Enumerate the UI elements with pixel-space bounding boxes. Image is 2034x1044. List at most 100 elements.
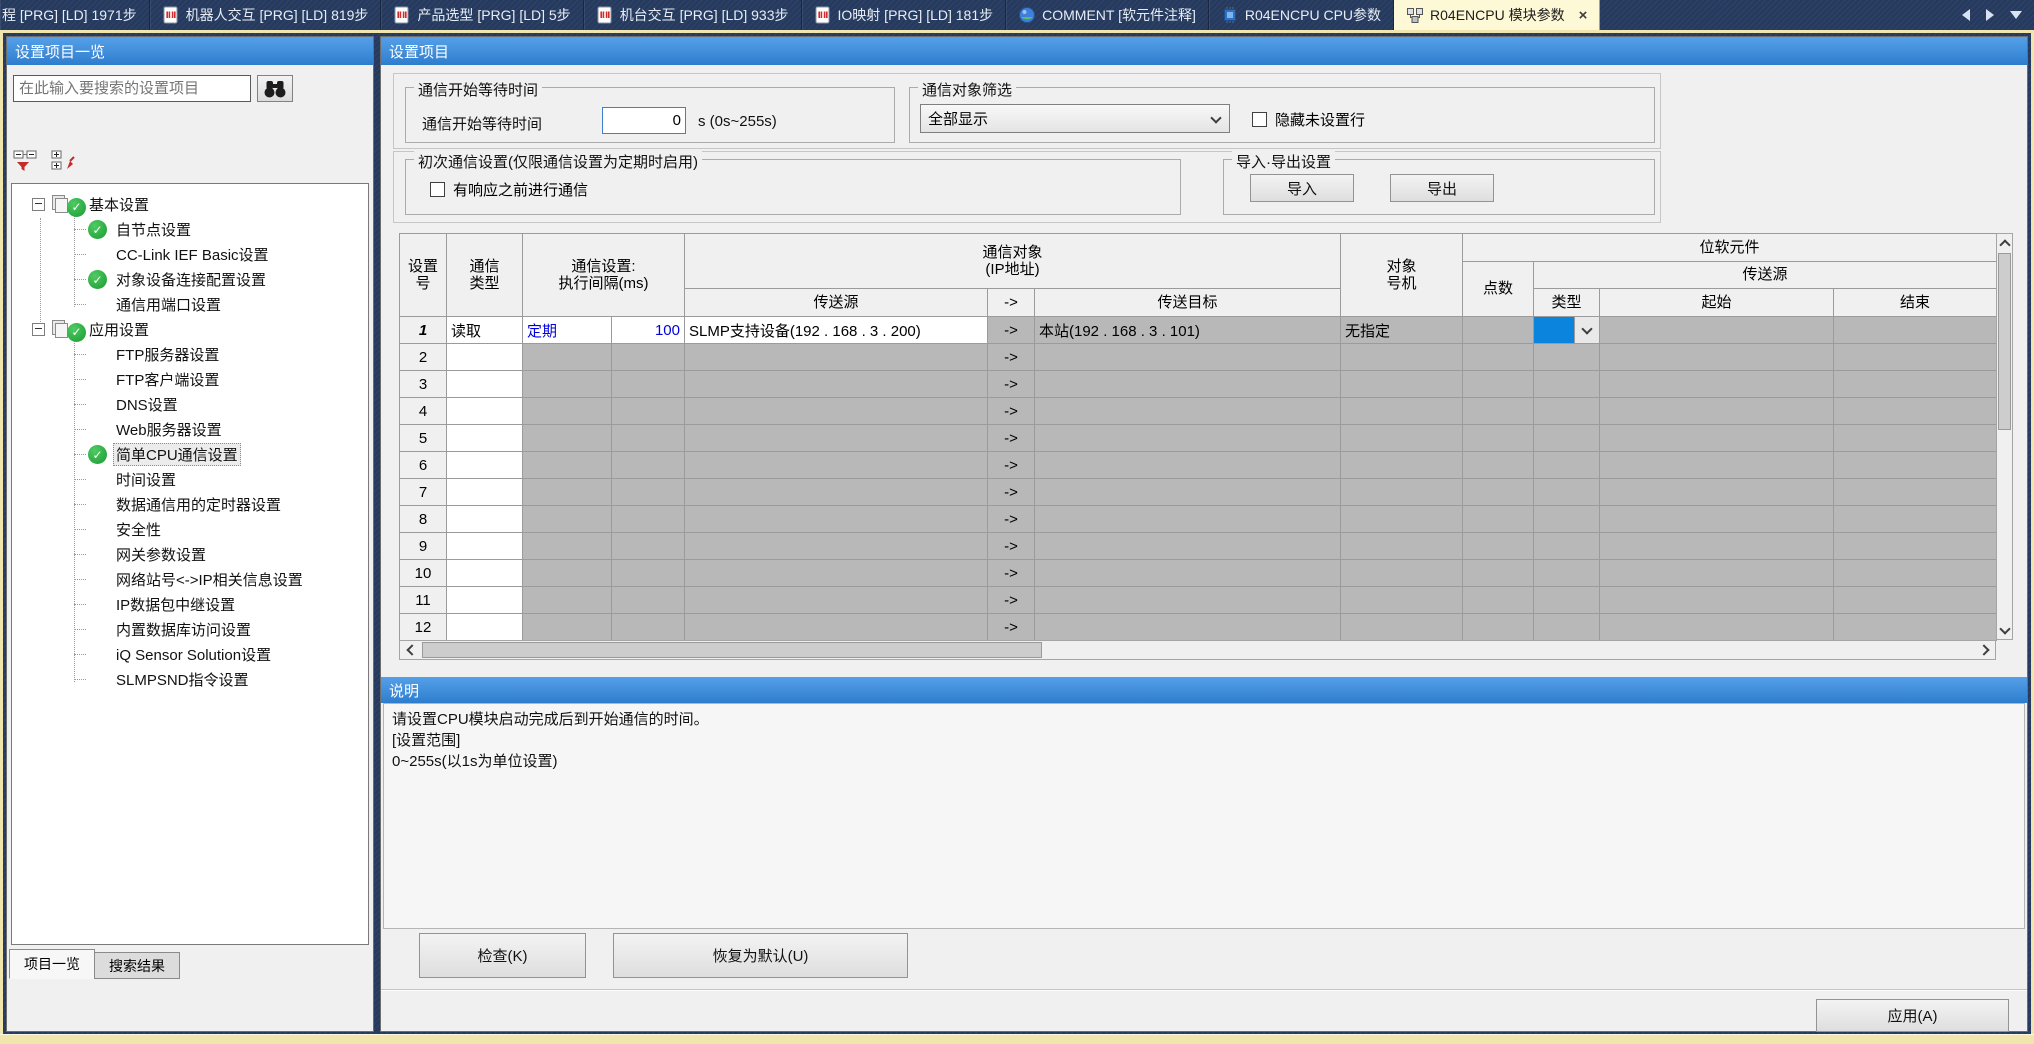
cell-end[interactable] xyxy=(1834,506,1997,533)
cell-start[interactable] xyxy=(1600,317,1834,344)
export-button[interactable]: 导出 xyxy=(1390,174,1494,202)
cell-comm-setting[interactable]: 定期 xyxy=(523,317,612,344)
cell-target[interactable] xyxy=(1035,452,1341,479)
tree-item-9[interactable]: DNS设置 xyxy=(12,392,368,417)
tree-item-4[interactable]: ✓对象设备连接配置设置 xyxy=(12,267,368,292)
cell-points[interactable] xyxy=(1463,344,1534,371)
cell-source[interactable] xyxy=(685,371,988,398)
cell-points[interactable] xyxy=(1463,587,1534,614)
close-tab-icon[interactable]: × xyxy=(1579,8,1588,23)
cell-comm-type[interactable] xyxy=(447,398,523,425)
cell-source[interactable] xyxy=(685,344,988,371)
expand-all-icon[interactable] xyxy=(50,149,78,173)
tree-item-16[interactable]: 网络站号<->IP相关信息设置 xyxy=(12,567,368,592)
cell-start[interactable] xyxy=(1600,614,1834,641)
table-horizontal-scrollbar[interactable] xyxy=(399,640,1996,660)
cell-points[interactable] xyxy=(1463,371,1534,398)
document-tab-7[interactable]: R04ENCPU CPU参数 xyxy=(1209,0,1394,30)
cell-points[interactable] xyxy=(1463,506,1534,533)
table-vertical-scrollbar[interactable] xyxy=(1996,233,2013,640)
cell-points[interactable] xyxy=(1463,398,1534,425)
cell-end[interactable] xyxy=(1834,452,1997,479)
cell-target-unit[interactable] xyxy=(1341,425,1463,452)
cell-source[interactable] xyxy=(685,425,988,452)
document-tab-3[interactable]: 产品选型 [PRG] [LD] 5步 xyxy=(381,0,583,30)
cell-end[interactable] xyxy=(1834,317,1997,344)
restore-default-button[interactable]: 恢复为默认(U) xyxy=(613,933,908,978)
tree-item-17[interactable]: IP数据包中继设置 xyxy=(12,592,368,617)
cell-interval[interactable] xyxy=(612,371,685,398)
cell-bit-type[interactable] xyxy=(1534,533,1600,560)
cell-start[interactable] xyxy=(1600,560,1834,587)
cell-target[interactable] xyxy=(1035,614,1341,641)
tree-collapse-icon[interactable] xyxy=(32,198,45,211)
cell-start[interactable] xyxy=(1600,371,1834,398)
wait-time-input[interactable] xyxy=(602,107,686,134)
cell-target-unit[interactable] xyxy=(1341,587,1463,614)
apply-button[interactable]: 应用(A) xyxy=(1816,999,2009,1032)
cell-interval[interactable] xyxy=(612,614,685,641)
cell-start[interactable] xyxy=(1600,425,1834,452)
cell-interval[interactable] xyxy=(612,425,685,452)
cell-target-unit[interactable] xyxy=(1341,344,1463,371)
vertical-scroll-thumb[interactable] xyxy=(1998,253,2011,430)
cell-points[interactable] xyxy=(1463,317,1534,344)
cell-end[interactable] xyxy=(1834,560,1997,587)
cell-start[interactable] xyxy=(1600,398,1834,425)
cell-interval[interactable]: 100 xyxy=(612,317,685,344)
cell-comm-setting[interactable] xyxy=(523,533,612,560)
document-tab-1[interactable]: 程 [PRG] [LD] 1971步 xyxy=(0,0,150,30)
cell-comm-type[interactable] xyxy=(447,452,523,479)
cell-comm-type[interactable] xyxy=(447,425,523,452)
cell-target[interactable] xyxy=(1035,560,1341,587)
cell-bit-type[interactable] xyxy=(1534,371,1600,398)
comm-until-response-checkbox[interactable] xyxy=(430,182,445,197)
cell-target-unit[interactable] xyxy=(1341,452,1463,479)
tree-item-12[interactable]: 时间设置 xyxy=(12,467,368,492)
cell-target-unit[interactable] xyxy=(1341,398,1463,425)
scroll-left-icon[interactable] xyxy=(401,641,419,659)
cell-source[interactable] xyxy=(685,479,988,506)
tree-item-2[interactable]: ✓自节点设置 xyxy=(12,217,368,242)
tree-item-20[interactable]: SLMPSND指令设置 xyxy=(12,667,368,692)
hide-unset-rows-checkbox[interactable] xyxy=(1252,112,1267,127)
tree-item-6[interactable]: ✓应用设置 xyxy=(12,317,368,342)
cell-bit-type[interactable] xyxy=(1534,398,1600,425)
tab-search-results[interactable]: 搜索结果 xyxy=(94,952,180,979)
tree-item-18[interactable]: 内置数据库访问设置 xyxy=(12,617,368,642)
cell-start[interactable] xyxy=(1600,533,1834,560)
cell-comm-setting[interactable] xyxy=(523,506,612,533)
tree-item-5[interactable]: 通信用端口设置 xyxy=(12,292,368,317)
cell-target[interactable] xyxy=(1035,425,1341,452)
cell-bit-type[interactable] xyxy=(1534,560,1600,587)
cell-interval[interactable] xyxy=(612,479,685,506)
cell-end[interactable] xyxy=(1834,425,1997,452)
cell-comm-type[interactable]: 读取 xyxy=(447,317,523,344)
cell-bit-type[interactable] xyxy=(1534,506,1600,533)
horizontal-scroll-thumb[interactable] xyxy=(422,642,1042,658)
tree-item-7[interactable]: FTP服务器设置 xyxy=(12,342,368,367)
cell-end[interactable] xyxy=(1834,371,1997,398)
tree-item-8[interactable]: FTP客户端设置 xyxy=(12,367,368,392)
search-input[interactable] xyxy=(13,75,251,102)
cell-source[interactable] xyxy=(685,560,988,587)
cell-comm-type[interactable] xyxy=(447,371,523,398)
cell-points[interactable] xyxy=(1463,425,1534,452)
cell-start[interactable] xyxy=(1600,452,1834,479)
cell-source[interactable] xyxy=(685,506,988,533)
cell-comm-type[interactable] xyxy=(447,614,523,641)
cell-start[interactable] xyxy=(1600,344,1834,371)
cell-start[interactable] xyxy=(1600,587,1834,614)
cell-end[interactable] xyxy=(1834,344,1997,371)
cell-bit-type[interactable] xyxy=(1534,452,1600,479)
cell-comm-setting[interactable] xyxy=(523,371,612,398)
cell-target[interactable]: 本站(192 . 168 . 3 . 101) xyxy=(1035,317,1341,344)
scroll-down-icon[interactable] xyxy=(1997,622,2012,638)
scroll-right-icon[interactable] xyxy=(1976,641,1994,659)
cell-target[interactable] xyxy=(1035,344,1341,371)
cell-end[interactable] xyxy=(1834,398,1997,425)
cell-target[interactable] xyxy=(1035,398,1341,425)
cell-target[interactable] xyxy=(1035,479,1341,506)
tree-item-19[interactable]: iQ Sensor Solution设置 xyxy=(12,642,368,667)
cell-comm-type[interactable] xyxy=(447,506,523,533)
